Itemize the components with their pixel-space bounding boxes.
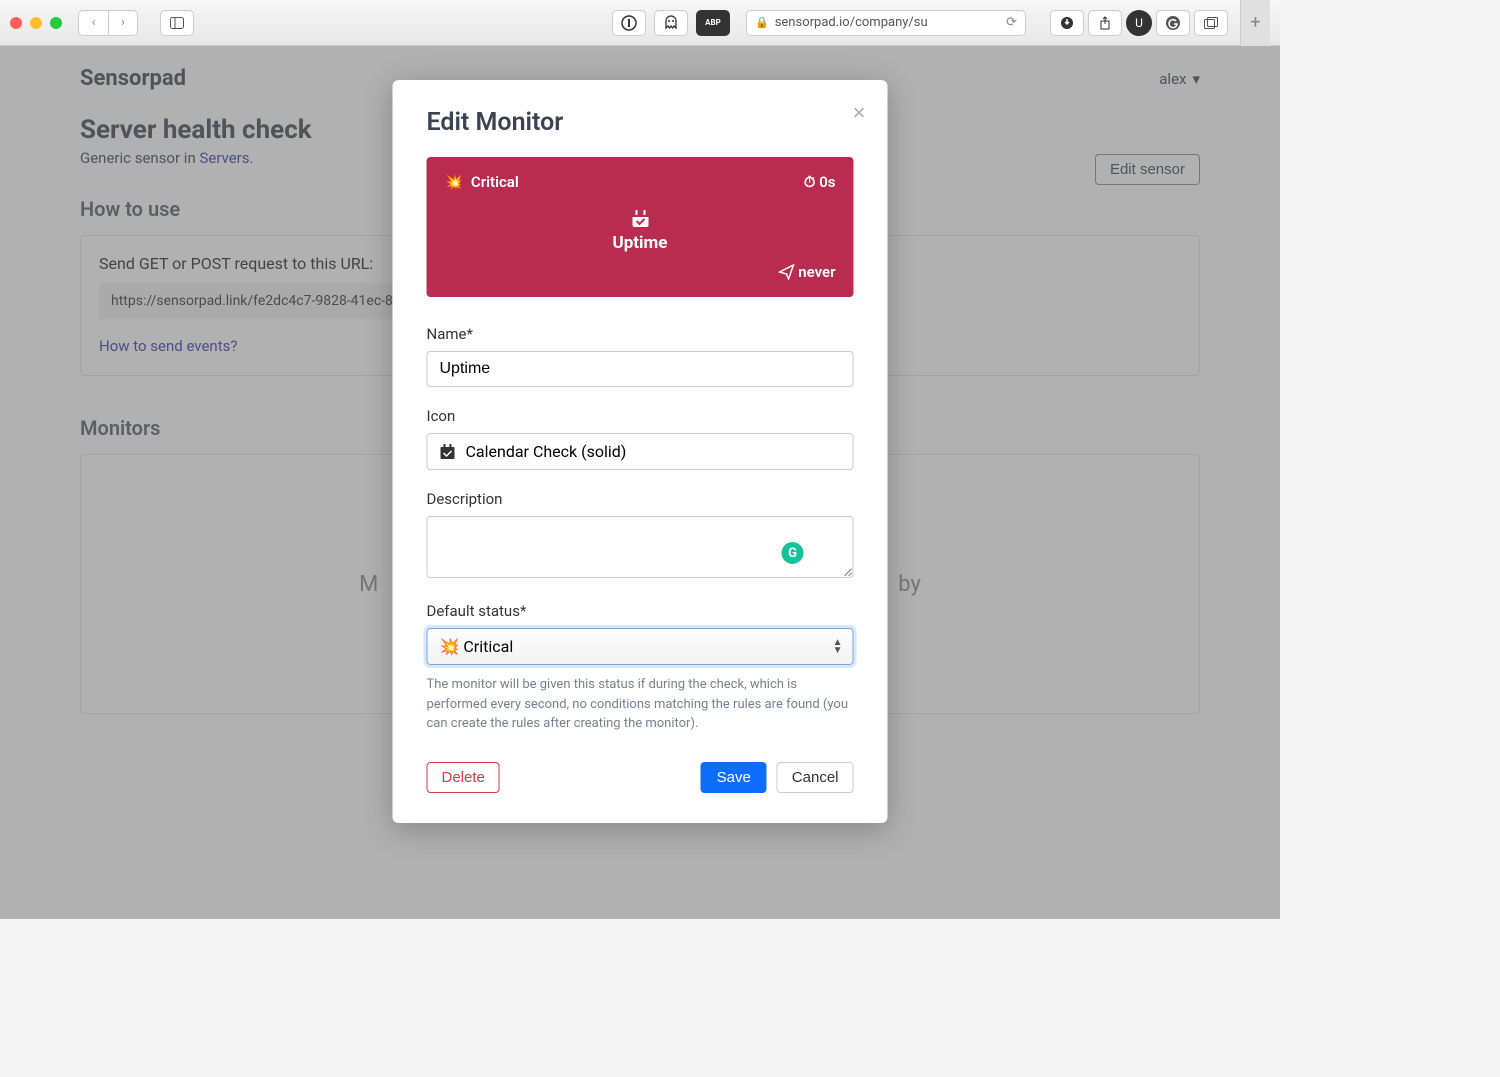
default-status-select[interactable]: 💥 Critical ▲▼ xyxy=(427,628,854,665)
forward-button[interactable]: › xyxy=(108,10,138,36)
lock-icon: 🔒 xyxy=(755,16,769,29)
close-button[interactable]: × xyxy=(853,100,866,126)
monitor-preview-card: 💥 Critical ⏱ 0s Uptime never xyxy=(427,157,854,297)
extension-u[interactable]: U xyxy=(1126,10,1152,36)
monitor-name-preview: Uptime xyxy=(445,233,836,253)
name-label: Name* xyxy=(427,325,854,343)
extension-adblock[interactable]: ABP xyxy=(696,10,730,36)
tabs-button[interactable] xyxy=(1194,10,1228,36)
url-text: sensorpad.io/company/su xyxy=(775,15,1000,30)
duration-badge: ⏱ 0s xyxy=(804,173,836,191)
status-badge: 💥 Critical xyxy=(445,173,519,191)
icon-select[interactable]: Calendar Check (solid) xyxy=(427,433,854,470)
grammarly-icon[interactable]: G xyxy=(782,542,804,564)
new-tab-button[interactable]: + xyxy=(1240,0,1270,46)
cancel-button[interactable]: Cancel xyxy=(777,762,854,793)
address-bar[interactable]: 🔒 sensorpad.io/company/su ⟳ xyxy=(746,10,1026,36)
modal-title: Edit Monitor xyxy=(427,108,854,137)
calendar-check-icon xyxy=(440,444,456,460)
downloads-button[interactable] xyxy=(1050,10,1084,36)
extension-1password[interactable] xyxy=(612,10,646,36)
extension-ghostery[interactable] xyxy=(654,10,688,36)
maximize-window[interactable] xyxy=(50,17,62,29)
minimize-window[interactable] xyxy=(30,17,42,29)
icon-label: Icon xyxy=(427,407,854,425)
status-help-text: The monitor will be given this status if… xyxy=(427,675,854,734)
close-window[interactable] xyxy=(10,17,22,29)
name-input[interactable] xyxy=(427,351,854,387)
select-arrows-icon: ▲▼ xyxy=(833,639,843,655)
save-button[interactable]: Save xyxy=(701,762,767,793)
reload-icon[interactable]: ⟳ xyxy=(1006,15,1017,30)
edit-monitor-modal: × Edit Monitor 💥 Critical ⏱ 0s Uptime ne… xyxy=(393,80,888,823)
window-controls xyxy=(10,17,62,29)
browser-toolbar: ‹ › ABP 🔒 sensorpad.io/company/su ⟳ U + xyxy=(0,0,1280,46)
extension-grammarly[interactable] xyxy=(1156,10,1190,36)
delete-button[interactable]: Delete xyxy=(427,762,500,793)
calendar-check-icon xyxy=(445,209,836,229)
description-label: Description xyxy=(427,490,854,508)
last-sent: never xyxy=(798,263,835,281)
send-icon xyxy=(778,264,794,280)
back-button[interactable]: ‹ xyxy=(78,10,108,36)
sidebar-toggle[interactable] xyxy=(160,10,194,36)
stopwatch-icon: ⏱ xyxy=(804,173,816,191)
share-button[interactable] xyxy=(1088,10,1122,36)
default-status-label: Default status* xyxy=(427,602,854,620)
